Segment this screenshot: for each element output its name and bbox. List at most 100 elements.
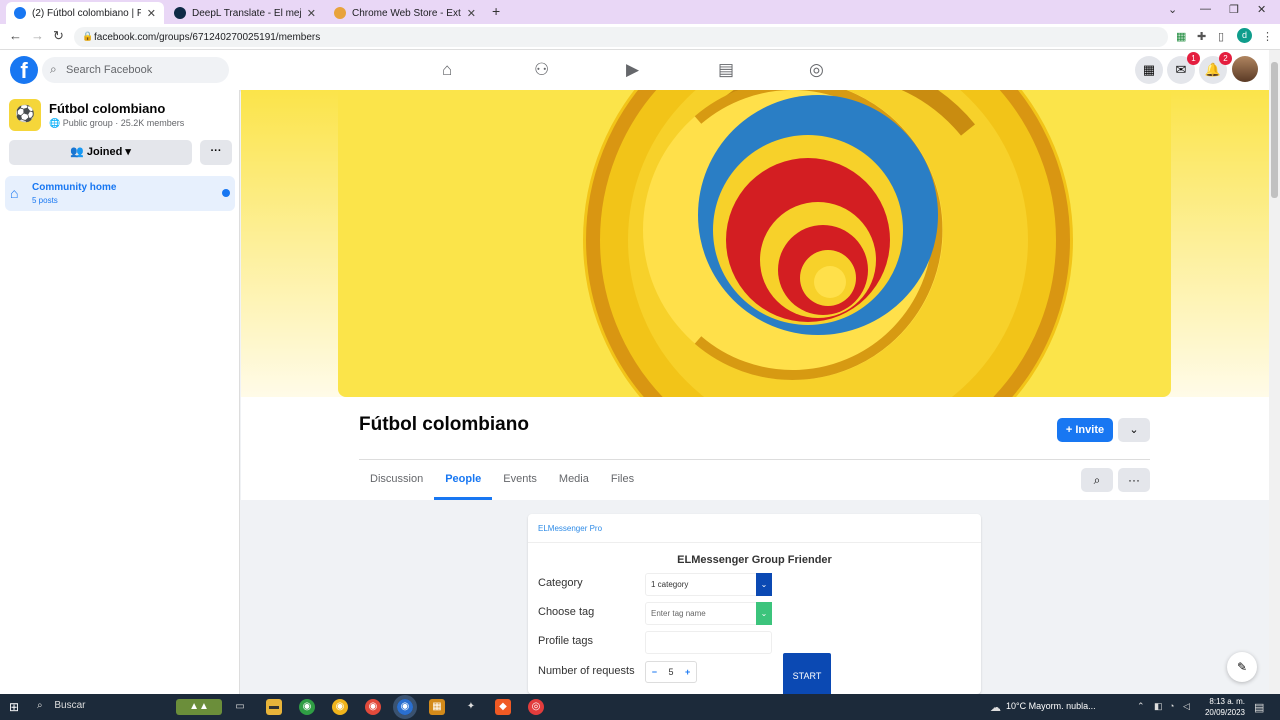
menu-grid-icon[interactable]: ▦ bbox=[1135, 56, 1163, 84]
chrome-icon[interactable]: ◉ bbox=[365, 699, 381, 715]
windows-start-icon[interactable]: ⊞ bbox=[9, 700, 19, 714]
minimize-icon[interactable]: — bbox=[1200, 3, 1211, 15]
tab-deepl[interactable]: DeepL Translate - El mejor tradu ✕ bbox=[166, 2, 324, 24]
volume-icon[interactable]: ◁ bbox=[1183, 701, 1190, 712]
extension-icon[interactable]: ▦ bbox=[1176, 30, 1186, 43]
chevron-down-icon[interactable]: ⌄ bbox=[756, 573, 772, 596]
minus-icon[interactable]: − bbox=[652, 667, 657, 677]
messenger-button[interactable]: ✉ 1 bbox=[1167, 52, 1200, 84]
tag-placeholder: Enter tag name bbox=[651, 609, 706, 618]
globe-icon: 🌐 bbox=[49, 118, 61, 128]
invite-button[interactable]: + Invite bbox=[1057, 418, 1113, 442]
chevron-down-icon[interactable]: ⌄ bbox=[756, 602, 772, 625]
network-icon[interactable]: ◧ bbox=[1154, 701, 1163, 712]
elmessenger-panel: ELMessenger Pro ELMessenger Group Friend… bbox=[528, 514, 981, 694]
friends-icon[interactable]: ⚇ bbox=[534, 60, 549, 80]
tab-media[interactable]: Media bbox=[548, 466, 600, 500]
chevron-up-icon[interactable]: ⌃ bbox=[1137, 701, 1145, 712]
search-icon: ⌕ bbox=[50, 62, 57, 76]
side-panel-icon[interactable]: ▯ bbox=[1218, 30, 1224, 43]
compose-icon: ✎ bbox=[1236, 660, 1248, 674]
sidebar-item-community-home[interactable]: ⌂ Community home 5 posts bbox=[5, 176, 235, 211]
unread-dot bbox=[222, 189, 230, 197]
weather-text[interactable]: 10°C Mayorm. nubla... bbox=[1006, 701, 1096, 711]
taskbar-clock[interactable]: 8:13 a. m. 20/09/2023 bbox=[1197, 696, 1245, 718]
taskbar-search-label: Buscar bbox=[54, 700, 86, 711]
notifications-badge: 2 bbox=[1219, 52, 1232, 65]
menu-icon[interactable]: ⋮ bbox=[1262, 30, 1273, 43]
group-name[interactable]: Fútbol colombiano bbox=[49, 101, 165, 116]
marketplace-icon[interactable]: ▤ bbox=[718, 60, 734, 80]
address-bar[interactable]: 🔒 facebook.com/groups/671240270025191/me… bbox=[74, 27, 1168, 47]
gaming-icon[interactable]: ◎ bbox=[809, 60, 824, 80]
account-avatar[interactable] bbox=[1232, 56, 1258, 82]
profile-icon[interactable]: d bbox=[1237, 28, 1252, 43]
more-options-button[interactable]: ··· bbox=[200, 140, 232, 165]
tab-discussion[interactable]: Discussion bbox=[359, 466, 434, 500]
category-value: 1 category bbox=[651, 580, 689, 589]
caret-down-icon: ▾ bbox=[125, 146, 131, 158]
tab-facebook[interactable]: (2) Fútbol colombiano | Faceboo ✕ bbox=[6, 2, 164, 24]
profile-tags-field[interactable] bbox=[645, 631, 772, 654]
browser-toolbar: ← → ↻ 🔒 facebook.com/groups/671240270025… bbox=[0, 24, 1280, 50]
facebook-logo[interactable]: f bbox=[10, 56, 38, 84]
messenger-icon: ✉ bbox=[1175, 62, 1187, 77]
chrome-icon[interactable]: ◉ bbox=[393, 695, 417, 719]
file-explorer-icon[interactable]: ▬ bbox=[266, 699, 282, 715]
clock-date: 20/09/2023 bbox=[1204, 708, 1245, 717]
notification-center-icon[interactable]: ▤ bbox=[1254, 701, 1264, 714]
members-icon: 👥 bbox=[70, 146, 84, 158]
chrome-icon[interactable]: ◉ bbox=[299, 699, 315, 715]
chevron-down-icon[interactable]: ⌄ bbox=[1118, 418, 1150, 442]
plus-icon[interactable]: + bbox=[685, 667, 690, 677]
cover-photo[interactable] bbox=[338, 90, 1171, 397]
tag-input[interactable]: Enter tag name ⌄ bbox=[645, 602, 772, 625]
close-tab-icon[interactable]: ✕ bbox=[147, 7, 156, 20]
new-message-button[interactable]: ✎ bbox=[1227, 652, 1257, 682]
tab-search-icon[interactable]: ⌄ bbox=[1168, 3, 1177, 16]
app-icon[interactable]: ✦ bbox=[463, 699, 479, 715]
sidebar-item-sub: 5 posts bbox=[32, 196, 58, 205]
app-icon[interactable]: ▦ bbox=[429, 699, 445, 715]
start-button[interactable]: START bbox=[783, 653, 831, 694]
home-icon[interactable]: ⌂ bbox=[442, 60, 452, 80]
group-avatar[interactable]: ⚽ bbox=[9, 99, 41, 131]
chrome-icon[interactable]: ◉ bbox=[332, 699, 348, 715]
divider bbox=[359, 459, 1150, 460]
watch-icon[interactable]: ▶ bbox=[626, 60, 639, 80]
search-input[interactable]: ⌕ Search Facebook bbox=[42, 57, 229, 83]
close-window-icon[interactable]: ✕ bbox=[1257, 3, 1266, 16]
back-icon[interactable]: ← bbox=[9, 28, 22, 43]
joined-button[interactable]: 👥 Joined ▾ bbox=[9, 140, 192, 165]
new-tab-icon[interactable]: + bbox=[492, 3, 500, 19]
group-tabs: Discussion People Events Media Files bbox=[359, 466, 645, 500]
tab-files[interactable]: Files bbox=[600, 466, 645, 500]
reload-icon[interactable]: ↻ bbox=[53, 28, 64, 44]
tab-chrome-web-store[interactable]: Chrome Web Store - Extensiones ✕ bbox=[326, 2, 484, 24]
restore-icon[interactable]: ❐ bbox=[1229, 3, 1239, 16]
category-select[interactable]: 1 category ⌄ bbox=[645, 573, 772, 596]
tab-people[interactable]: People bbox=[434, 466, 493, 500]
taskbar-search[interactable]: ⌕ Buscar bbox=[37, 700, 86, 711]
more-tabs-button[interactable]: ··· bbox=[1118, 468, 1150, 492]
close-tab-icon[interactable]: ✕ bbox=[307, 7, 316, 20]
search-icon: ⌕ bbox=[1093, 473, 1101, 487]
close-tab-icon[interactable]: ✕ bbox=[467, 7, 476, 20]
facebook-favicon-icon bbox=[14, 7, 26, 19]
brave-icon[interactable]: ◆ bbox=[495, 699, 511, 715]
quantity-stepper[interactable]: − 5 + bbox=[645, 661, 697, 683]
task-view-icon[interactable]: ▭ bbox=[232, 699, 248, 715]
tab-events[interactable]: Events bbox=[492, 466, 548, 500]
notifications-button[interactable]: 🔔 2 bbox=[1199, 52, 1232, 84]
cover-logo-art bbox=[583, 90, 1073, 397]
search-group-button[interactable]: ⌕ bbox=[1081, 468, 1113, 492]
app-icon[interactable]: ◎ bbox=[528, 699, 544, 715]
facebook-header: f ⌕ Search Facebook ⌂ ⚇ ▶ ▤ ◎ ▦ ✉ 1 🔔 2 bbox=[0, 50, 1280, 90]
scrollbar-thumb[interactable] bbox=[1271, 62, 1278, 198]
elmessenger-brand[interactable]: ELMessenger Pro bbox=[538, 524, 602, 533]
wifi-icon[interactable]: ◔ bbox=[1169, 701, 1174, 711]
webstore-favicon-icon bbox=[334, 7, 346, 19]
forward-icon[interactable]: → bbox=[31, 28, 44, 43]
clock-time: 8:13 a. m. bbox=[1209, 697, 1245, 706]
extensions-puzzle-icon[interactable]: ✚ bbox=[1197, 30, 1206, 43]
